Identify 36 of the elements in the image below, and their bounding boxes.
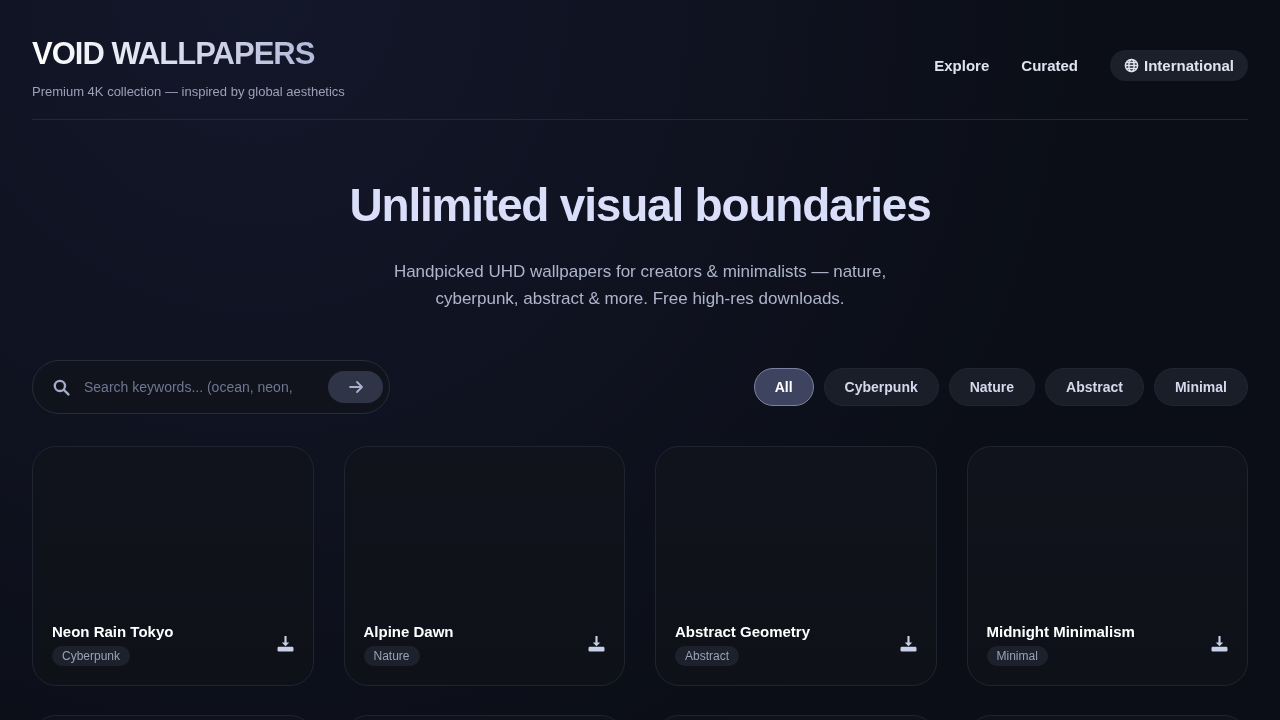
- filter-chip[interactable]: All: [753, 368, 814, 406]
- search-icon: [53, 378, 70, 396]
- filter-chip[interactable]: Cyberpunk: [823, 368, 939, 406]
- download-icon: [276, 635, 294, 652]
- download-button[interactable]: [588, 635, 605, 652]
- wallpaper-title: Midnight Minimalism: [986, 623, 1135, 640]
- download-icon: [899, 635, 917, 652]
- download-icon: [588, 635, 605, 652]
- wallpaper-title: Alpine Dawn: [363, 623, 454, 640]
- filter-chip[interactable]: Nature: [948, 368, 1036, 406]
- filter-chip[interactable]: Minimal: [1153, 368, 1248, 406]
- hero-subtitle: Handpicked UHD wallpapers for creators & minimalists — nature, cyberpunk, abstract & more. Free high-res downloads.: [392, 261, 888, 310]
- search-submit-button[interactable]: [328, 371, 383, 403]
- tagline: Premium 4K collection — inspired by global aesthetics: [32, 84, 345, 99]
- search-field[interactable]: Search keywords... (ocean, neon,: [82, 378, 316, 396]
- hero-title: Unlimited visual boundaries: [349, 178, 931, 232]
- filter-chip[interactable]: Abstract: [1045, 368, 1144, 406]
- wallpaper-title: Abstract Geometry: [675, 623, 811, 640]
- arrow-right-icon: [347, 379, 364, 395]
- download-button[interactable]: [1211, 635, 1228, 652]
- wallpaper-card[interactable]: Neon Rain Tokyo Cyberpunk: [32, 446, 314, 686]
- category-tag: Abstract: [675, 646, 739, 666]
- category-tag: Nature: [363, 646, 420, 666]
- globe-icon: [1124, 58, 1139, 73]
- download-button[interactable]: [899, 635, 917, 652]
- wallpaper-card[interactable]: Midnight Minimalism Minimal: [966, 446, 1248, 686]
- wallpaper-card[interactable]: Abstract Geometry Abstract: [655, 446, 937, 686]
- wallpaper-card[interactable]: Alpine Dawn Nature: [343, 446, 625, 686]
- category-tag: Cyberpunk: [52, 646, 131, 666]
- download-icon: [1211, 635, 1228, 652]
- download-button[interactable]: [276, 635, 294, 652]
- nav-link[interactable]: Curated: [1021, 57, 1078, 74]
- nav-link[interactable]: Explore: [934, 57, 990, 74]
- category-tag: Minimal: [986, 646, 1048, 666]
- wallpaper-title: Neon Rain Tokyo: [52, 623, 174, 640]
- region-button[interactable]: International: [1110, 50, 1248, 81]
